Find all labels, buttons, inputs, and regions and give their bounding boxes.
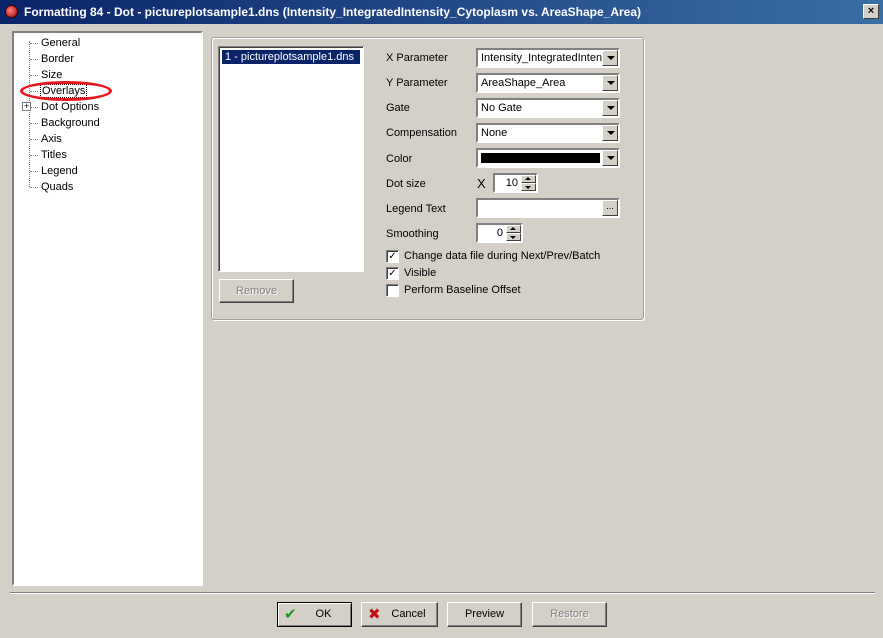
chevron-down-icon[interactable] (602, 50, 618, 66)
restore-button[interactable]: Restore (532, 602, 607, 627)
legend-text-input[interactable]: ... (476, 198, 620, 218)
overlay-file-list[interactable]: 1 - pictureplotsample1.dns (218, 46, 364, 272)
spin-down-icon[interactable] (521, 183, 536, 191)
close-button[interactable]: × (863, 4, 879, 19)
tree-item-axis[interactable]: Axis (30, 131, 63, 147)
browse-button[interactable]: ... (602, 200, 618, 216)
visible-checkbox[interactable]: ✓ Visible (386, 266, 436, 282)
chevron-down-icon[interactable] (602, 125, 618, 141)
baseline-offset-checkbox[interactable]: Perform Baseline Offset (386, 283, 521, 299)
checkbox-check-icon[interactable]: ✓ (386, 249, 399, 263)
color-select[interactable] (476, 148, 620, 168)
checkmark-icon: ✔ (284, 606, 297, 623)
tree-item-dot-options[interactable]: Dot Options (30, 99, 100, 115)
remove-button[interactable]: Remove (219, 279, 294, 303)
x-parameter-select[interactable]: Intensity_IntegratedIntensity_Cytoplasm (476, 48, 620, 68)
color-label: Color (386, 153, 413, 165)
title-bar: Formatting 84 - Dot - pictureplotsample1… (0, 0, 883, 24)
spin-up-icon[interactable] (521, 175, 536, 183)
compensation-select[interactable]: None (476, 123, 620, 143)
dot-size-stepper[interactable]: 10 (493, 173, 538, 193)
spin-up-icon[interactable] (506, 225, 521, 233)
tree-item-quads[interactable]: Quads (30, 179, 74, 195)
highlight-ring-annotation (20, 81, 112, 101)
app-icon (5, 5, 18, 18)
compensation-label: Compensation (386, 127, 457, 139)
checkbox-empty-icon[interactable] (386, 283, 399, 297)
tree-item-border[interactable]: Border (30, 51, 75, 67)
y-parameter-label: Y Parameter (386, 77, 448, 89)
close-icon: ✖ (368, 606, 381, 623)
tree-item-legend[interactable]: Legend (30, 163, 79, 179)
y-parameter-select[interactable]: AreaShape_Area (476, 73, 620, 93)
chevron-down-icon[interactable] (602, 75, 618, 91)
change-data-file-checkbox[interactable]: ✓ Change data file during Next/Prev/Batch (386, 249, 600, 265)
checkbox-check-icon[interactable]: ✓ (386, 266, 399, 280)
chevron-down-icon[interactable] (602, 150, 618, 166)
ok-button[interactable]: ✔ OK (277, 602, 352, 627)
legend-text-label: Legend Text (386, 203, 446, 215)
smoothing-label: Smoothing (386, 228, 439, 240)
chevron-down-icon[interactable] (602, 100, 618, 116)
settings-tree: General Border Size Overlays + Dot Optio… (12, 31, 203, 586)
x-parameter-label: X Parameter (386, 52, 448, 64)
gate-select[interactable]: No Gate (476, 98, 620, 118)
footer-divider (10, 592, 875, 594)
spin-down-icon[interactable] (506, 233, 521, 241)
preview-button[interactable]: Preview (447, 602, 522, 627)
smoothing-stepper[interactable]: 0 (476, 223, 523, 243)
color-swatch (481, 153, 600, 163)
list-item[interactable]: 1 - pictureplotsample1.dns (222, 50, 360, 64)
dot-size-label: Dot size (386, 178, 426, 190)
window-title: Formatting 84 - Dot - pictureplotsample1… (24, 5, 642, 19)
gate-label: Gate (386, 102, 410, 114)
tree-item-background[interactable]: Background (30, 115, 101, 131)
tree-item-general[interactable]: General (30, 35, 81, 51)
cancel-button[interactable]: ✖ Cancel (361, 602, 438, 627)
tree-item-titles[interactable]: Titles (30, 147, 68, 163)
dot-shape-icon: X (477, 176, 486, 191)
